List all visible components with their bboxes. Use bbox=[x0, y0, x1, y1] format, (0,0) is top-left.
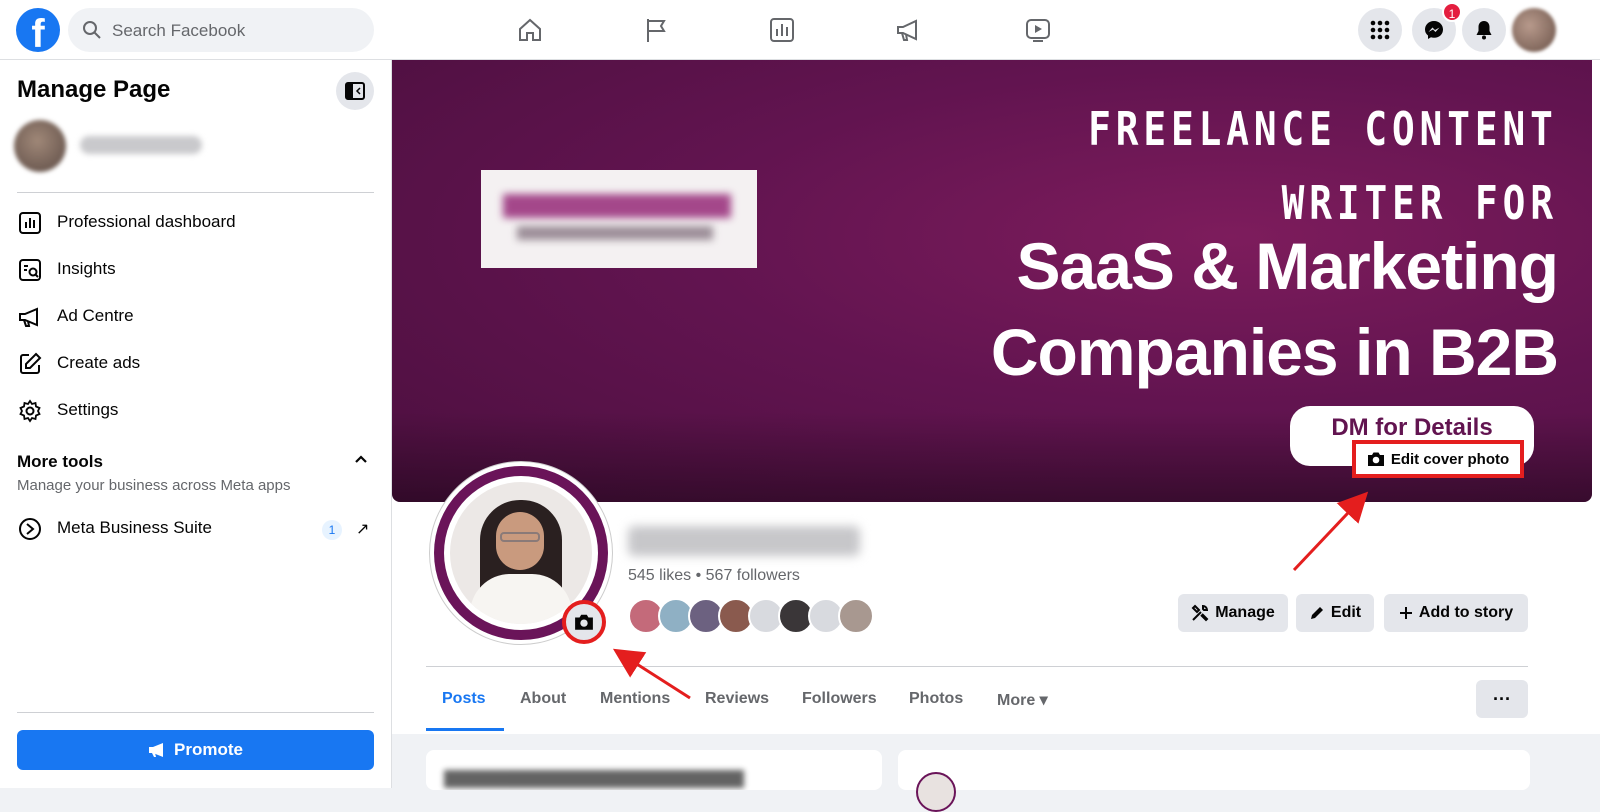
video-play-icon[interactable] bbox=[1008, 10, 1068, 50]
update-profile-picture-camera-icon[interactable] bbox=[562, 600, 606, 644]
tab-followers[interactable]: Followers bbox=[802, 690, 877, 708]
divider bbox=[17, 712, 374, 713]
tab-posts[interactable]: Posts bbox=[442, 690, 486, 708]
pencil-square-icon bbox=[17, 351, 43, 377]
pencil-icon bbox=[1310, 607, 1323, 619]
add-to-story-button[interactable]: Add to story bbox=[1384, 594, 1528, 632]
page-main: FREELANCE CONTENT WRITER FOR SaaS & Mark… bbox=[392, 60, 1600, 812]
create-post-card[interactable] bbox=[898, 750, 1530, 812]
tab-about[interactable]: About bbox=[520, 690, 566, 708]
cover-text-line1: FREELANCE CONTENT bbox=[1088, 102, 1558, 156]
intro-card bbox=[426, 750, 882, 790]
search-placeholder: Search Facebook bbox=[112, 21, 246, 40]
page-switcher[interactable] bbox=[14, 120, 374, 174]
tools-icon bbox=[1191, 604, 1209, 622]
tab-photos[interactable]: Photos bbox=[909, 690, 963, 708]
messenger-badge: 1 bbox=[1442, 2, 1462, 22]
likes-followers-count[interactable]: 545 likes • 567 followers bbox=[628, 567, 800, 585]
sidebar-title: Manage Page bbox=[17, 76, 171, 103]
megaphone-icon bbox=[149, 743, 164, 757]
notification-count-badge: 1 bbox=[322, 520, 342, 540]
megaphone-icon[interactable] bbox=[878, 10, 938, 50]
cover-text-line3: SaaS & Marketing bbox=[1016, 229, 1559, 303]
search-input[interactable]: Search Facebook bbox=[68, 8, 374, 52]
meta-business-suite-icon bbox=[17, 516, 43, 542]
add-to-story-label: Add to story bbox=[1418, 604, 1514, 621]
sidebar-item-insights[interactable]: Insights bbox=[17, 247, 374, 291]
tab-mentions[interactable]: Mentions bbox=[600, 690, 670, 708]
sidebar-item-professional-dashboard[interactable]: Professional dashboard bbox=[17, 200, 374, 244]
avatar bbox=[916, 772, 956, 812]
edit-cover-label: Edit cover photo bbox=[1390, 450, 1510, 468]
manage-page-sidebar: Manage Page Professional dashboard Insig… bbox=[0, 60, 392, 788]
tab-more[interactable]: More ▾ bbox=[997, 690, 1048, 710]
cover-logo-blurred bbox=[481, 170, 757, 268]
sidebar-item-settings[interactable]: Settings bbox=[17, 388, 374, 432]
sidebar-item-meta-business-suite[interactable]: Meta Business Suite bbox=[17, 506, 374, 550]
sidebar-item-label: Ad Centre bbox=[57, 306, 134, 325]
plus-icon bbox=[1399, 607, 1412, 619]
edit-button[interactable]: Edit bbox=[1296, 594, 1374, 632]
divider bbox=[17, 192, 374, 193]
more-tools-heading: More tools bbox=[17, 452, 103, 471]
page-avatar bbox=[14, 120, 66, 172]
sidebar-item-create-ads[interactable]: Create ads bbox=[17, 341, 374, 385]
menu-grid-icon[interactable] bbox=[1358, 8, 1402, 52]
cover-text-line2: WRITER FOR bbox=[1281, 176, 1558, 230]
sidebar-item-label: Create ads bbox=[57, 353, 141, 372]
sidebar-item-ad-centre[interactable]: Ad Centre bbox=[17, 294, 374, 338]
top-navigation-bar: f Search Facebook 1 bbox=[0, 0, 1600, 60]
promote-button[interactable]: Promote bbox=[17, 730, 374, 770]
search-icon bbox=[83, 21, 101, 39]
more-tools-subtitle: Manage your business across Meta apps bbox=[17, 477, 291, 494]
promote-label: Promote bbox=[174, 740, 243, 759]
messenger-icon[interactable]: 1 bbox=[1412, 2, 1462, 52]
edit-cover-photo-button[interactable]: Edit cover photo bbox=[1352, 440, 1524, 478]
account-avatar[interactable] bbox=[1512, 8, 1556, 52]
manage-label: Manage bbox=[1215, 604, 1275, 621]
tab-reviews[interactable]: Reviews bbox=[705, 690, 769, 708]
external-link-icon[interactable]: ↗ bbox=[356, 519, 369, 539]
insights-bar-icon[interactable] bbox=[752, 10, 812, 50]
home-icon[interactable] bbox=[500, 10, 560, 50]
notifications-bell-icon[interactable] bbox=[1462, 8, 1506, 52]
active-tab-indicator bbox=[426, 728, 504, 731]
sidebar-item-label: Insights bbox=[57, 259, 116, 278]
dashboard-icon bbox=[17, 210, 43, 236]
megaphone-icon bbox=[17, 304, 43, 330]
manage-button[interactable]: Manage bbox=[1178, 594, 1288, 632]
page-name-blurred bbox=[80, 136, 202, 154]
sidebar-item-label: Meta Business Suite bbox=[57, 518, 212, 537]
sidebar-item-label: Settings bbox=[57, 400, 119, 419]
collapse-sidebar-icon[interactable] bbox=[336, 72, 374, 110]
page-name-blurred bbox=[628, 526, 860, 556]
cover-text-line4: Companies in B2B bbox=[990, 315, 1559, 389]
insights-icon bbox=[17, 257, 43, 283]
sidebar-item-label: Professional dashboard bbox=[57, 212, 236, 231]
chevron-up-icon[interactable] bbox=[354, 452, 368, 466]
edit-label: Edit bbox=[1330, 604, 1362, 621]
avatar[interactable] bbox=[838, 598, 874, 634]
pages-flag-icon[interactable] bbox=[626, 10, 686, 50]
divider bbox=[426, 666, 1528, 667]
camera-icon bbox=[1367, 452, 1384, 466]
gear-icon bbox=[17, 398, 43, 424]
more-options-button[interactable]: ··· bbox=[1476, 680, 1528, 718]
facebook-logo[interactable]: f bbox=[16, 8, 60, 52]
